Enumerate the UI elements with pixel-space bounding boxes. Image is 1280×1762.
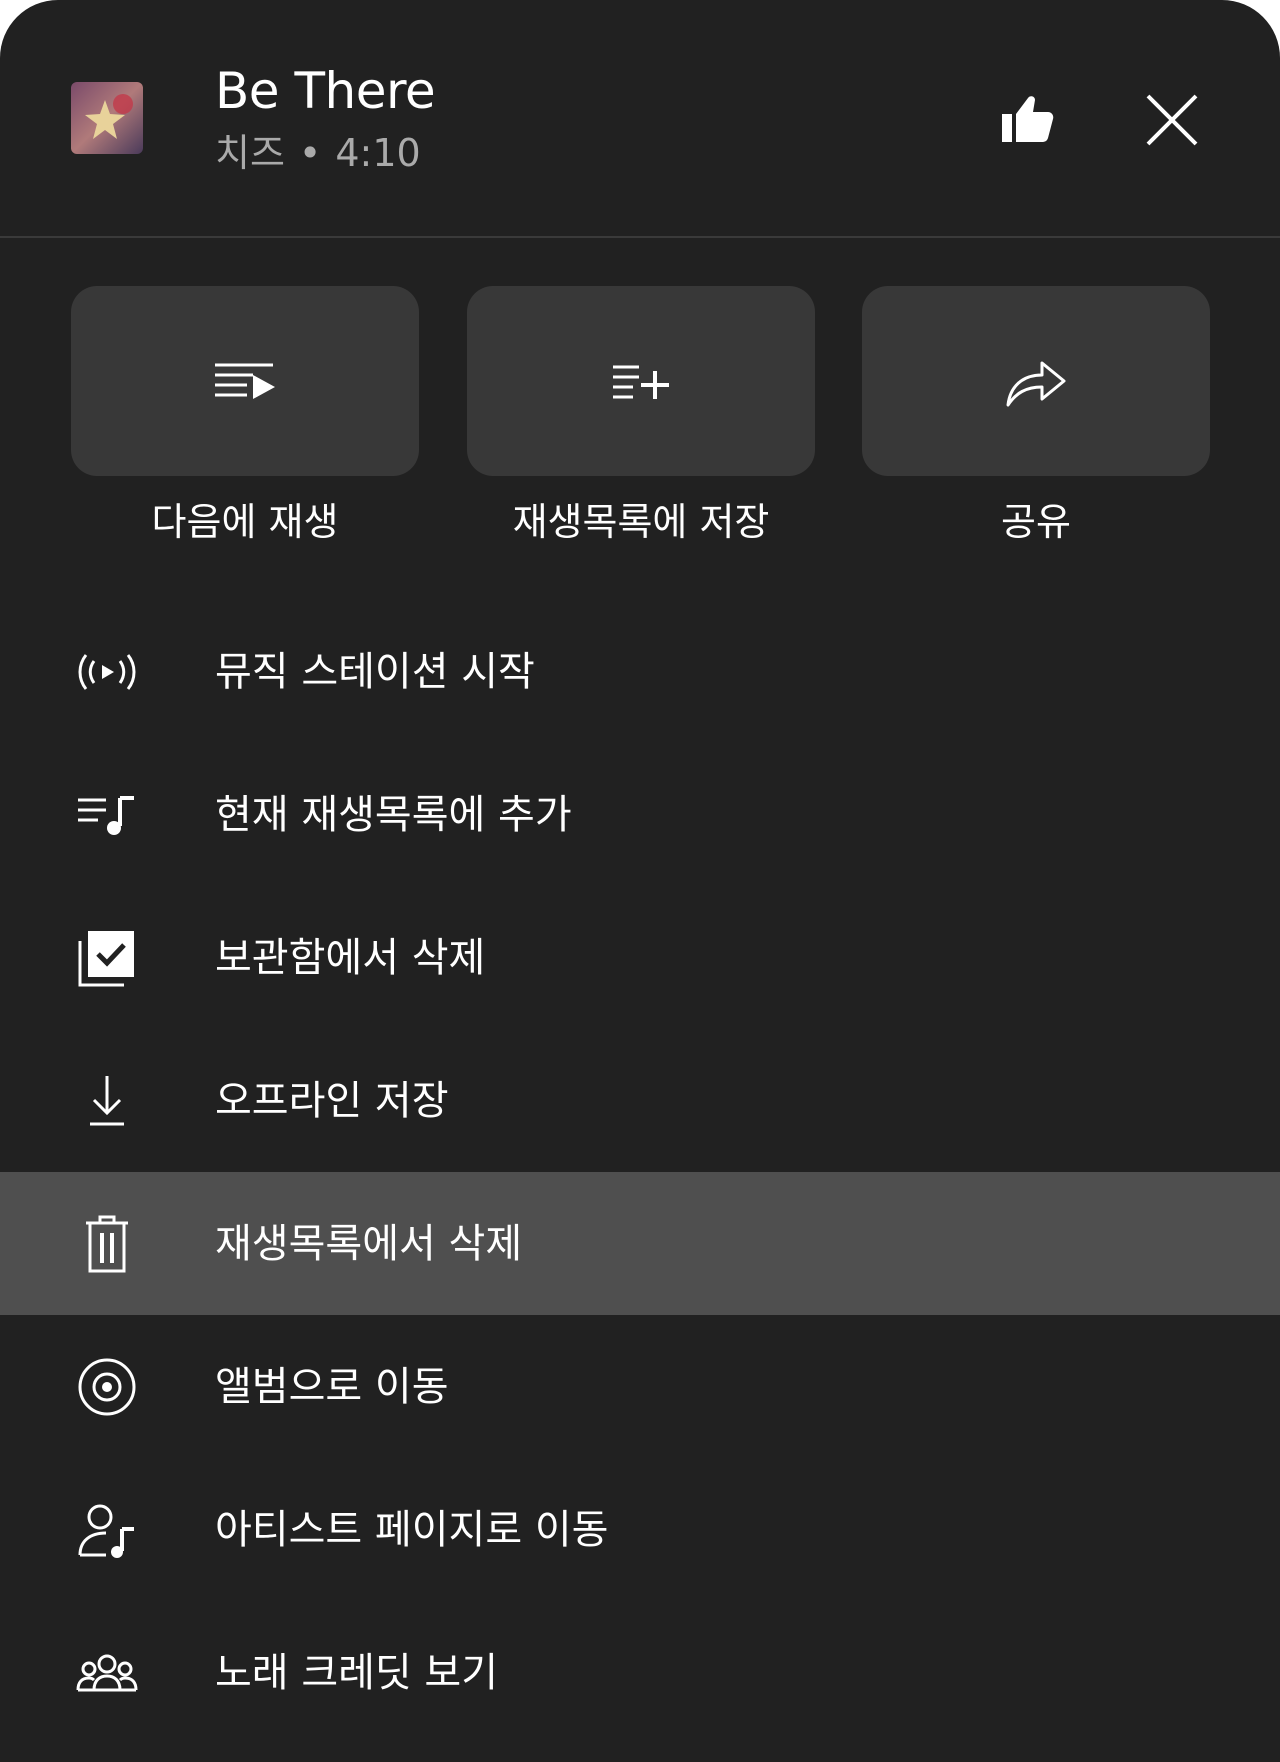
play-next-label: 다음에 재생 <box>151 500 339 544</box>
menu-item-start-radio[interactable]: 뮤직 스테이션 시작 <box>0 600 1280 743</box>
like-button[interactable] <box>996 88 1060 152</box>
trash-icon <box>76 1213 138 1275</box>
menu-item-label: 뮤직 스테이션 시작 <box>215 648 535 695</box>
close-button[interactable] <box>1140 88 1204 152</box>
header-divider <box>0 236 1280 238</box>
people-icon <box>76 1642 138 1704</box>
album-icon <box>76 1356 138 1418</box>
close-icon <box>1146 94 1198 146</box>
radio-icon <box>76 641 138 703</box>
menu-item-label: 현재 재생목록에 추가 <box>215 791 572 838</box>
menu-item-go-to-artist[interactable]: 아티스트 페이지로 이동 <box>0 1458 1280 1601</box>
song-header: Be There 치즈 • 4:10 <box>0 0 1280 236</box>
menu-item-label: 재생목록에서 삭제 <box>215 1220 523 1267</box>
save-to-playlist-action[interactable]: 재생목록에 저장 <box>467 286 815 546</box>
menu-item-label: 아티스트 페이지로 이동 <box>215 1506 609 1553</box>
song-title: Be There <box>215 62 436 120</box>
menu-item-download[interactable]: 오프라인 저장 <box>0 1029 1280 1172</box>
menu-item-label: 앨범으로 이동 <box>215 1363 449 1410</box>
save-to-playlist-label: 재생목록에 저장 <box>512 500 770 544</box>
share-action[interactable]: 공유 <box>862 286 1210 546</box>
play-next-tile[interactable] <box>71 286 419 476</box>
playlist-add-icon <box>613 365 669 399</box>
menu-item-go-to-album[interactable]: 앨범으로 이동 <box>0 1315 1280 1458</box>
download-icon <box>76 1070 138 1132</box>
menu-item-remove-from-playlist[interactable]: 재생목록에서 삭제 <box>0 1172 1280 1315</box>
share-icon <box>1006 361 1066 407</box>
thumbs-up-icon <box>1002 96 1054 142</box>
song-subtitle: 치즈 • 4:10 <box>215 130 421 176</box>
menu-item-remove-from-library[interactable]: 보관함에서 삭제 <box>0 886 1280 1029</box>
library-remove-icon <box>76 927 138 989</box>
separator-dot: • <box>298 131 322 175</box>
play-next-action[interactable]: 다음에 재생 <box>71 286 419 546</box>
menu-item-add-to-queue[interactable]: 현재 재생목록에 추가 <box>0 743 1280 886</box>
share-label: 공유 <box>1001 500 1071 544</box>
menu-item-label: 보관함에서 삭제 <box>215 934 486 981</box>
menu-item-label: 오프라인 저장 <box>215 1077 449 1124</box>
action-sheet: Be There 치즈 • 4:10 다음에 재생 재생목록에 저장 공유 뮤직… <box>0 0 1280 1762</box>
share-tile[interactable] <box>862 286 1210 476</box>
song-duration: 4:10 <box>335 131 421 175</box>
save-to-playlist-tile[interactable] <box>467 286 815 476</box>
artist-icon <box>76 1499 138 1561</box>
options-menu: 뮤직 스테이션 시작 현재 재생목록에 추가 보관함에서 삭제 오프라인 저장 … <box>0 600 1280 1744</box>
menu-item-label: 노래 크레딧 보기 <box>215 1649 499 1696</box>
artist-name: 치즈 <box>215 131 285 175</box>
play-next-icon <box>215 363 275 399</box>
menu-item-view-credits[interactable]: 노래 크레딧 보기 <box>0 1601 1280 1744</box>
queue-music-icon <box>76 784 138 846</box>
album-thumbnail <box>71 82 143 154</box>
